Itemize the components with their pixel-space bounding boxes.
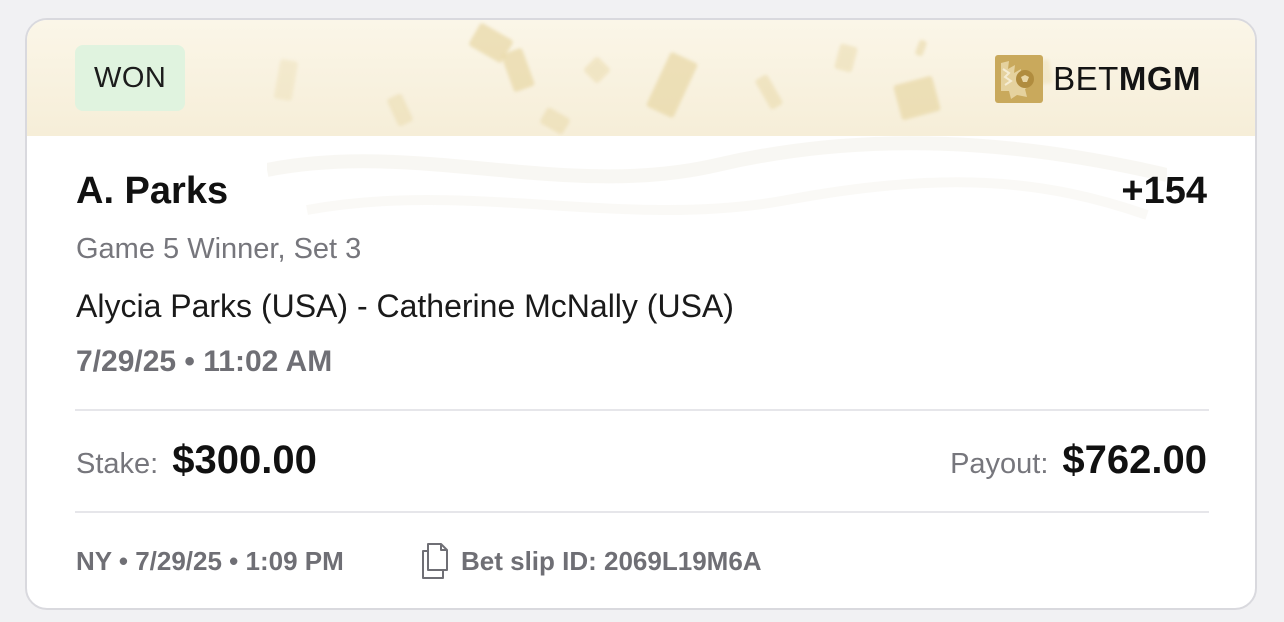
stake-value: $300.00 [172, 438, 317, 482]
payout-amount: Payout: $762.00 [950, 438, 1207, 483]
status-badge: WON [75, 45, 186, 111]
confetti-piece [754, 73, 784, 111]
divider [75, 511, 1209, 513]
decorative-wave [267, 136, 1167, 220]
market-name: Game 5 Winner, Set 3 [76, 233, 362, 265]
divider [75, 409, 1209, 411]
betmgm-logo: BETMGM [995, 54, 1201, 104]
bet-slip-id-text: Bet slip ID: 2069L19M6A [461, 545, 762, 576]
event-time: 7/29/25 • 11:02 AM [76, 345, 333, 378]
placed-info: NY • 7/29/25 • 1:09 PM [76, 546, 344, 576]
payout-value: $762.00 [1062, 438, 1207, 482]
confetti-piece [386, 93, 414, 127]
confetti-piece [893, 75, 941, 121]
copy-document-icon[interactable] [419, 542, 453, 580]
stake-label: Stake: [76, 448, 159, 480]
status-banner: WON BETMGM [27, 20, 1255, 136]
event-name: Alycia Parks (USA) - Catherine McNally (… [76, 288, 734, 324]
confetti-piece [914, 39, 928, 57]
stake-amount: Stake: $300.00 [76, 438, 317, 483]
confetti-piece [582, 55, 612, 85]
confetti-piece [273, 58, 299, 102]
confetti-piece [500, 47, 536, 93]
odds-value: +154 [1121, 170, 1207, 212]
bet-slip-id[interactable]: Bet slip ID: 2069L19M6A [419, 542, 762, 580]
selection-name: A. Parks [76, 170, 229, 212]
confetti-piece [645, 51, 699, 119]
payout-label: Payout: [950, 448, 1049, 480]
lion-icon [995, 55, 1044, 103]
betmgm-logo-text: BETMGM [1053, 60, 1201, 97]
bet-card: WON BETMGM A. Parks +154 Game 5 Winner, … [25, 18, 1257, 610]
confetti-piece [833, 43, 859, 73]
